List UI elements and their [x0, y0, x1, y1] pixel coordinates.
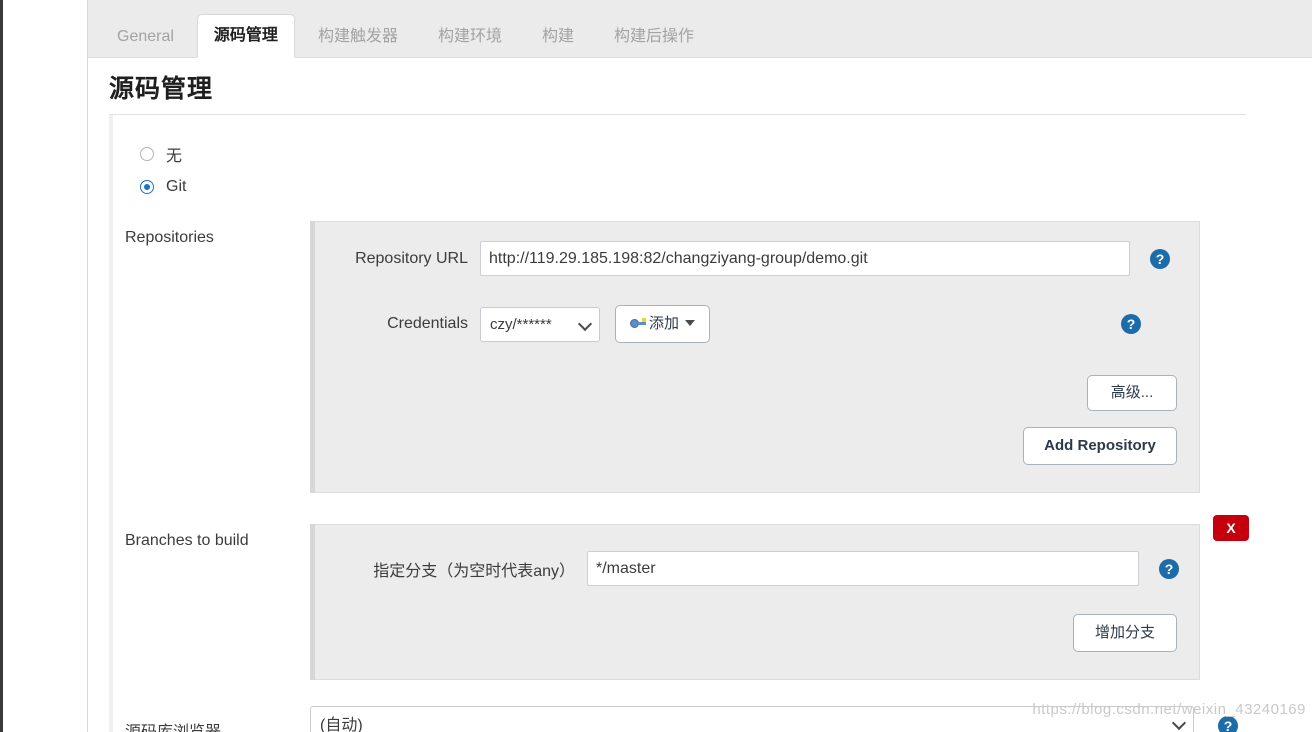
- repository-url-input[interactable]: http://119.29.185.198:82/changziyang-gro…: [480, 241, 1130, 276]
- add-repository-button-row: Add Repository: [315, 427, 1199, 465]
- repositories-section-label: Repositories: [125, 229, 214, 246]
- add-branch-button-row: 增加分支: [315, 614, 1199, 652]
- repository-browser-label: 源码库浏览器: [113, 706, 310, 732]
- branches-panel-wrap: X 指定分支（为空时代表any） */master ? 增加分支: [310, 515, 1312, 680]
- tab-post-build-actions[interactable]: 构建后操作: [597, 16, 711, 57]
- config-tabs: General 源码管理 构建触发器 构建环境 构建 构建后操作: [88, 0, 717, 58]
- credentials-select[interactable]: czy/******: [480, 306, 600, 342]
- repository-url-label: Repository URL: [355, 249, 468, 267]
- branch-specifier-label: 指定分支（为空时代表any）: [373, 562, 575, 580]
- radio-git[interactable]: [140, 179, 154, 194]
- radio-none-label: 无: [166, 147, 183, 165]
- add-credentials-button[interactable]: 添加: [615, 305, 711, 343]
- tab-build-triggers[interactable]: 构建触发器: [301, 16, 415, 57]
- repository-url-row: Repository URL http://119.29.185.198:82/…: [315, 222, 1199, 276]
- branches-section-label: Branches to build: [125, 532, 249, 549]
- branch-specifier-help-icon[interactable]: ?: [1159, 558, 1179, 579]
- scm-option-none[interactable]: 无: [113, 137, 1312, 170]
- config-content: 源码管理 无 Git Repositories Repository URL h…: [88, 58, 1312, 732]
- branches-section: Branches to build X 指定分支（为空时代表any） */mas…: [113, 515, 1312, 680]
- advanced-button[interactable]: 高级...: [1087, 375, 1177, 411]
- chevron-down-icon: [685, 320, 696, 326]
- add-credentials-label: 添加: [649, 315, 680, 332]
- scm-option-git[interactable]: Git: [113, 170, 1312, 203]
- repository-browser-select[interactable]: (自动): [310, 706, 1194, 732]
- add-branch-button[interactable]: 增加分支: [1073, 614, 1177, 652]
- branch-specifier-row: 指定分支（为空时代表any） */master ?: [315, 525, 1199, 586]
- advanced-button-row: 高级...: [315, 375, 1199, 411]
- credentials-label: Credentials: [387, 315, 468, 332]
- radio-none[interactable]: [140, 146, 154, 161]
- tab-source-code-management[interactable]: 源码管理: [196, 14, 295, 58]
- branch-specifier-input[interactable]: */master: [587, 551, 1139, 586]
- tab-build[interactable]: 构建: [525, 16, 591, 57]
- scm-form-body: 无 Git Repositories Repository URL http:/…: [109, 115, 1312, 732]
- tab-general[interactable]: General: [100, 16, 191, 57]
- page-title: 源码管理: [109, 75, 214, 103]
- repository-browser-wrap: (自动) ?: [310, 706, 1312, 732]
- credentials-row: Credentials czy/****** 添加 ?: [315, 276, 1199, 343]
- jenkins-job-config-page: General 源码管理 构建触发器 构建环境 构建 构建后操作 源码管理 无 …: [0, 0, 1312, 732]
- config-tab-bar: General 源码管理 构建触发器 构建环境 构建 构建后操作: [88, 0, 1312, 58]
- page-left-gutter: [3, 0, 88, 732]
- repositories-panel-wrap: Repository URL http://119.29.185.198:82/…: [310, 221, 1312, 493]
- key-icon: [630, 318, 646, 329]
- delete-branch-button[interactable]: X: [1213, 515, 1249, 541]
- radio-git-label: Git: [166, 177, 187, 195]
- add-repository-button[interactable]: Add Repository: [1023, 427, 1177, 465]
- repositories-section: Repositories Repository URL http://119.2…: [113, 221, 1312, 493]
- repository-browser-help-icon[interactable]: ?: [1218, 716, 1238, 732]
- tab-build-environment[interactable]: 构建环境: [421, 16, 519, 57]
- branches-panel: X 指定分支（为空时代表any） */master ? 增加分支: [315, 515, 1249, 680]
- repository-url-help-icon[interactable]: ?: [1150, 248, 1170, 269]
- repositories-panel: Repository URL http://119.29.185.198:82/…: [315, 221, 1200, 493]
- repository-browser-section: 源码库浏览器 (自动) ?: [113, 706, 1312, 732]
- credentials-help-icon[interactable]: ?: [1121, 314, 1142, 334]
